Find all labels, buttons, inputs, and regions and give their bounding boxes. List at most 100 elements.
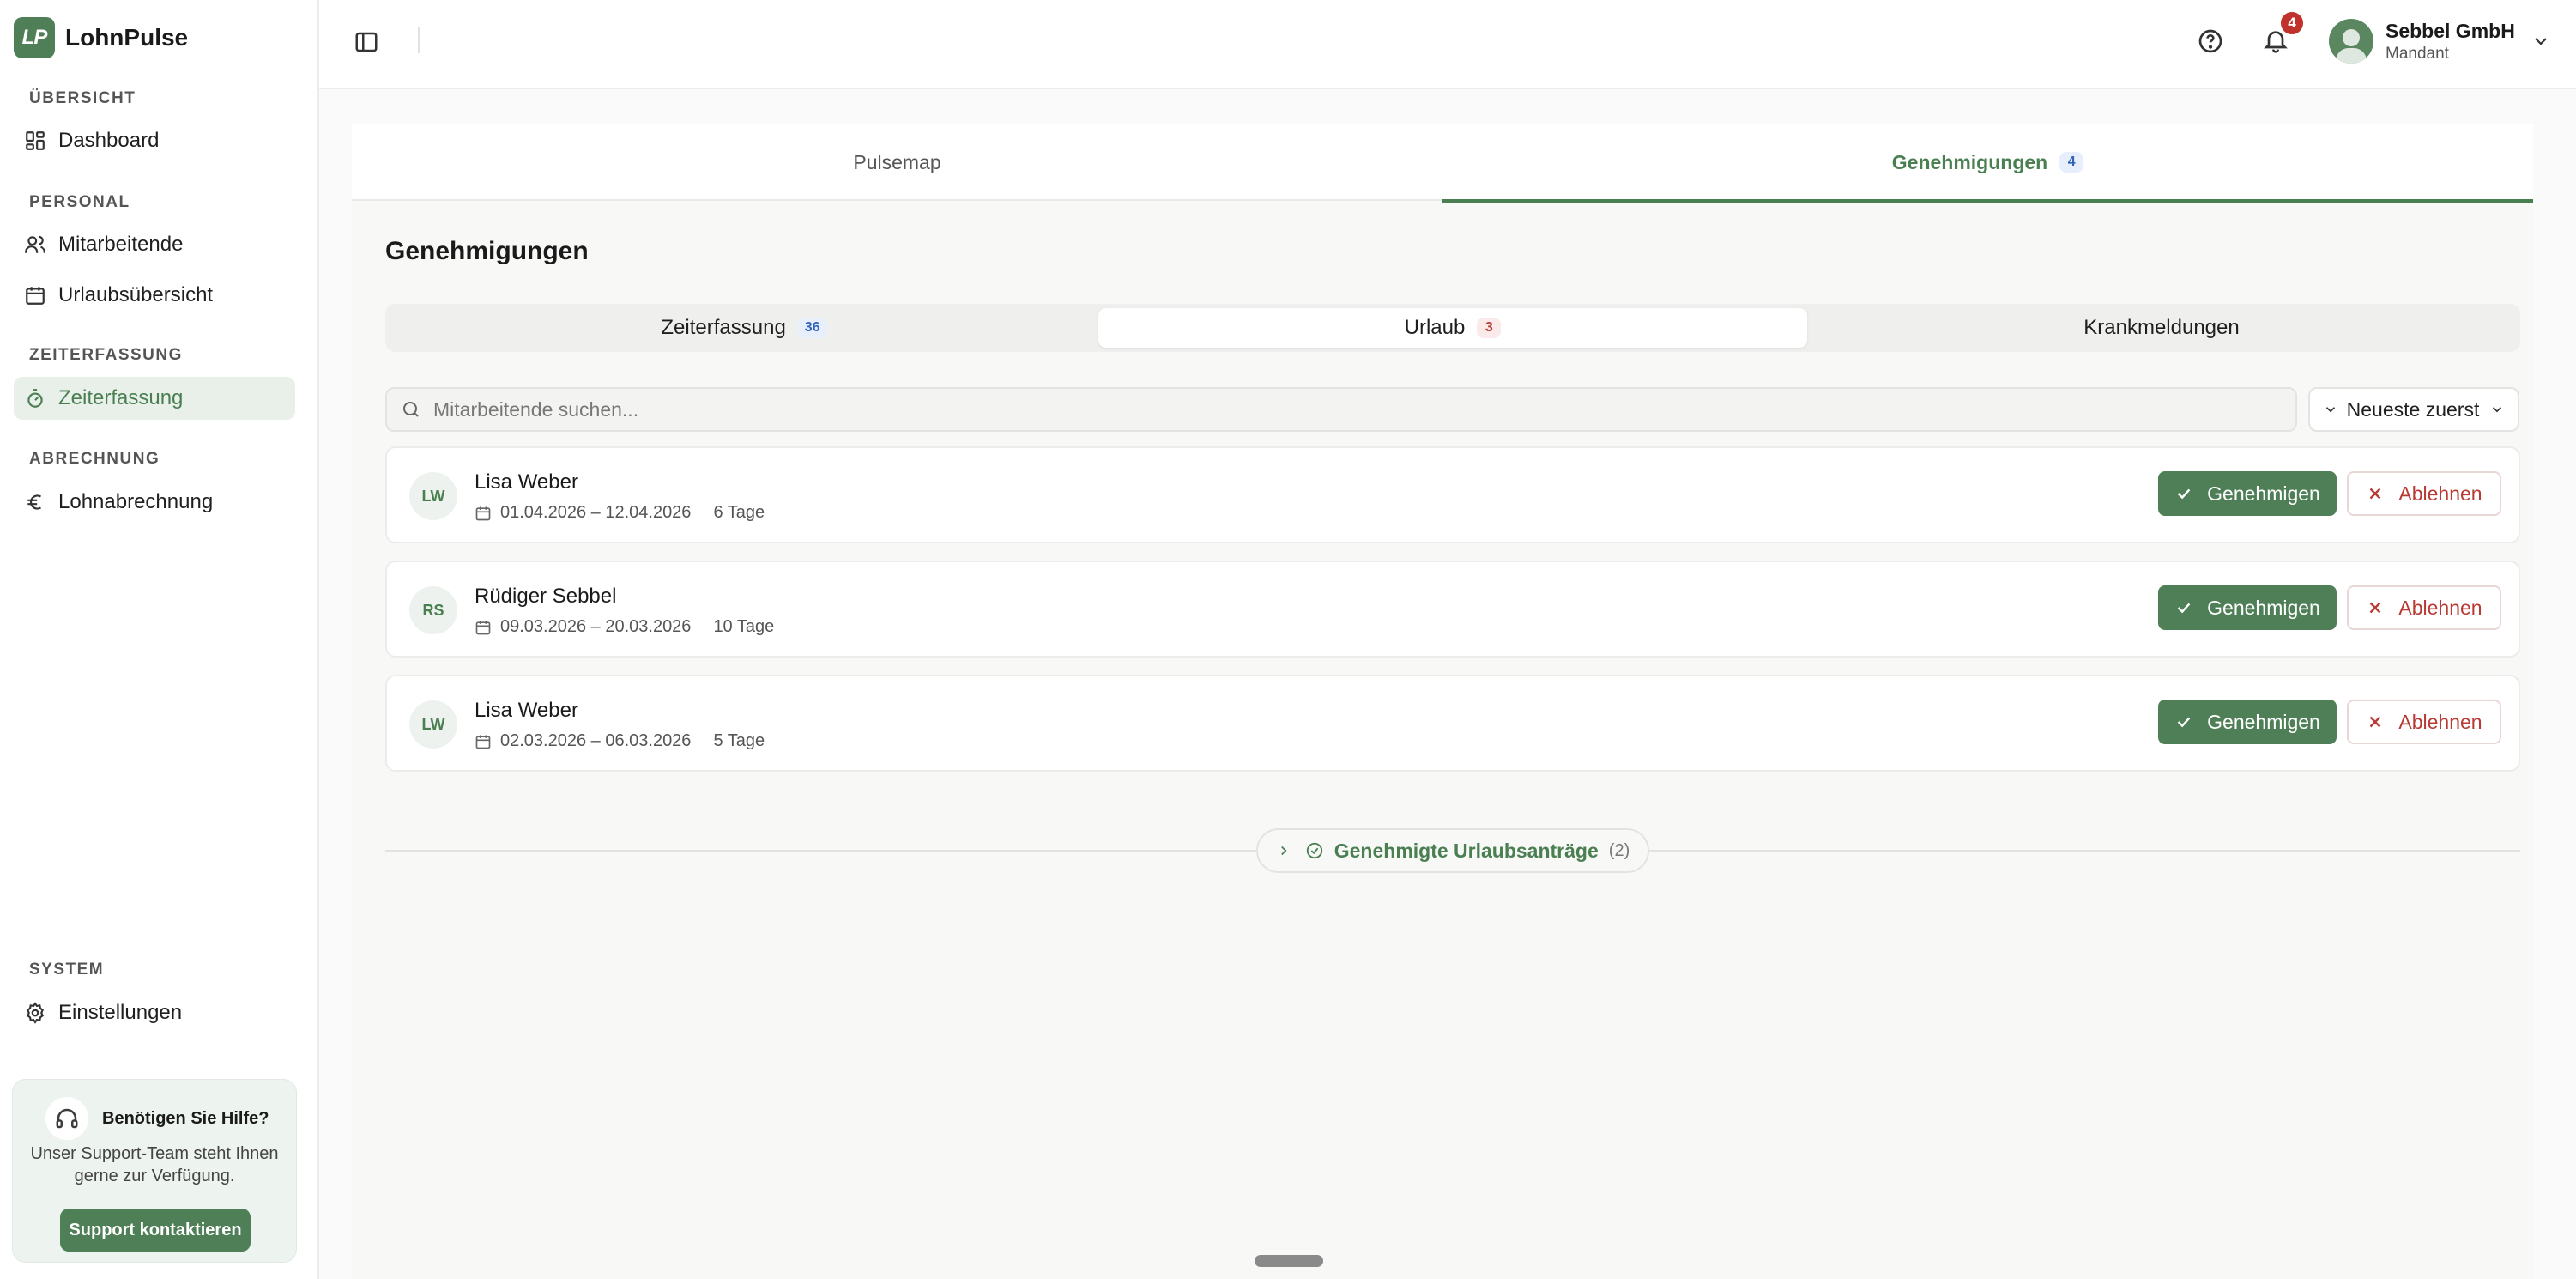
date-range: 01.04.2026 – 12.04.2026 [500,503,692,522]
reject-button[interactable]: Ablehnen [2347,700,2501,744]
day-count: 10 Tage [713,617,775,636]
sidebar: LP LohnPulse ÜBERSICHT Dashboard PERSONA… [0,0,319,1279]
reject-button[interactable]: Ablehnen [2347,585,2501,630]
topbar: 4 Sebbel GmbH Mandant [319,0,2576,89]
close-icon [2370,716,2381,728]
sidebar-item-time-tracking[interactable]: Zeiterfassung [14,377,295,420]
calendar-icon [26,287,45,305]
approve-button[interactable]: Genehmigen [2158,471,2337,516]
sidebar-toggle-icon[interactable] [354,29,379,55]
sidebar-item-label: Einstellungen [58,1001,183,1024]
tab-count-badge: 36 [797,318,827,338]
chevron-right-icon [1280,846,1287,856]
employee-name: Rüdiger Sebbel [475,585,617,608]
help-icon[interactable] [2197,27,2224,55]
tab-label: Zeiterfassung [661,316,786,339]
request-meta: 01.04.2026 – 12.04.2026 6 Tage [475,503,765,523]
request-meta: 09.03.2026 – 20.03.2026 10 Tage [475,617,774,637]
approve-button[interactable]: Genehmigen [2158,585,2337,630]
approved-requests-toggle[interactable]: Genehmigte Urlaubsanträge (2) [1256,828,1649,873]
request-card: RS Rüdiger Sebbel 09.03.2026 – 20.03.202… [385,561,2520,658]
tab-approvals[interactable]: Genehmigungen 4 [1442,124,2533,203]
search-icon [403,402,419,417]
nav-section-time-tracking: ZEITERFASSUNG [29,346,183,364]
sidebar-item-payroll[interactable]: Lohnabrechnung [14,481,295,524]
nav-section-system: SYSTEM [29,961,105,979]
users-icon [25,235,45,253]
day-count: 5 Tage [713,731,765,750]
date-range: 09.03.2026 – 20.03.2026 [500,617,692,636]
chevron-down-icon [2493,407,2502,413]
contact-support-button[interactable]: Support kontaktieren [60,1209,251,1252]
sidebar-item-label: Urlaubsübersicht [58,283,214,306]
employee-name: Lisa Weber [475,470,578,494]
request-card: LW Lisa Weber 01.04.2026 – 12.04.2026 6 … [385,446,2520,543]
calendar-icon [475,506,491,520]
nav-section-overview: ÜBERSICHT [29,89,136,107]
brand-logo-icon: LP [14,17,55,58]
sidebar-item-label: Dashboard [58,129,160,152]
tab-sick-notes[interactable]: Krankmeldungen [1807,308,2516,348]
brand-name: LohnPulse [65,24,189,51]
help-title: Benötigen Sie Hilfe? [102,1108,269,1128]
reject-button[interactable]: Ablehnen [2347,471,2501,516]
dashboard-icon [26,131,45,150]
avatar: RS [409,586,457,634]
day-count: 6 Tage [713,503,765,522]
sidebar-item-employees[interactable]: Mitarbeitende [14,223,295,266]
sidebar-item-settings[interactable]: Einstellungen [14,991,295,1034]
help-text: Unser Support-Team steht Ihnen gerne zur… [30,1144,279,1185]
tab-pulsemap[interactable]: Pulsemap [352,124,1442,201]
chevron-down-icon [2535,38,2547,45]
sidebar-item-label: Lohnabrechnung [58,490,214,513]
gear-icon [27,1002,44,1024]
approve-label: Genehmigen [2207,596,2320,619]
approved-count: (2) [1608,840,1630,860]
tab-label: Krankmeldungen [2083,316,2240,339]
tab-count-badge: 4 [2059,152,2084,173]
sort-dropdown[interactable]: Neueste zuerst [2308,387,2519,432]
avatar: LW [409,472,457,520]
sidebar-item-label: Mitarbeitende [58,233,184,256]
top-tabs: Pulsemap Genehmigungen 4 [352,124,2533,203]
page-title: Genehmigungen [385,237,589,265]
request-meta: 02.03.2026 – 06.03.2026 5 Tage [475,731,765,751]
avatar [2329,19,2373,64]
calendar-icon [475,735,491,749]
scroll-handle[interactable] [1255,1255,1323,1267]
topbar-divider [418,27,420,53]
search-bar [385,387,2297,432]
reject-label: Ablehnen [2398,710,2482,733]
nav-section-billing: ABRECHNUNG [29,450,160,468]
help-card-header: Benötigen Sie Hilfe? [45,1097,269,1140]
chevron-down-icon [2325,407,2335,413]
check-icon [2177,488,2191,500]
check-icon [2177,603,2191,614]
employee-name: Lisa Weber [475,699,578,722]
brand[interactable]: LP LohnPulse [14,17,188,58]
check-circle-icon [1306,842,1322,859]
tab-vacation[interactable]: Urlaub 3 [1098,308,1807,348]
help-card: Benötigen Sie Hilfe? Unser Support-Team … [12,1079,297,1263]
calendar-icon [475,621,491,634]
check-icon [2177,717,2191,728]
sidebar-item-dashboard[interactable]: Dashboard [14,119,295,162]
date-range: 02.03.2026 – 06.03.2026 [500,731,692,750]
sidebar-item-vacation-overview[interactable]: Urlaubsübersicht [14,274,295,317]
notification-badge: 4 [2279,10,2305,36]
tab-count-badge: 3 [1477,318,1502,338]
approval-type-tabs: Zeiterfassung 36 Urlaub 3 Krankmeldungen [385,304,2520,352]
reject-label: Ablehnen [2398,482,2482,505]
close-icon [2370,602,2381,614]
approved-label: Genehmigte Urlaubsanträge [1333,839,1599,862]
reject-label: Ablehnen [2398,596,2482,619]
search-input[interactable] [433,397,2235,421]
account-menu[interactable]: Sebbel GmbH Mandant [2329,17,2551,65]
approve-label: Genehmigen [2207,482,2320,505]
tab-label: Urlaub [1404,316,1466,339]
tab-label: Pulsemap [853,150,941,173]
stopwatch-icon [27,389,43,408]
approve-button[interactable]: Genehmigen [2158,700,2337,744]
request-card: LW Lisa Weber 02.03.2026 – 06.03.2026 5 … [385,675,2520,772]
tab-time-tracking[interactable]: Zeiterfassung 36 [390,308,1098,348]
